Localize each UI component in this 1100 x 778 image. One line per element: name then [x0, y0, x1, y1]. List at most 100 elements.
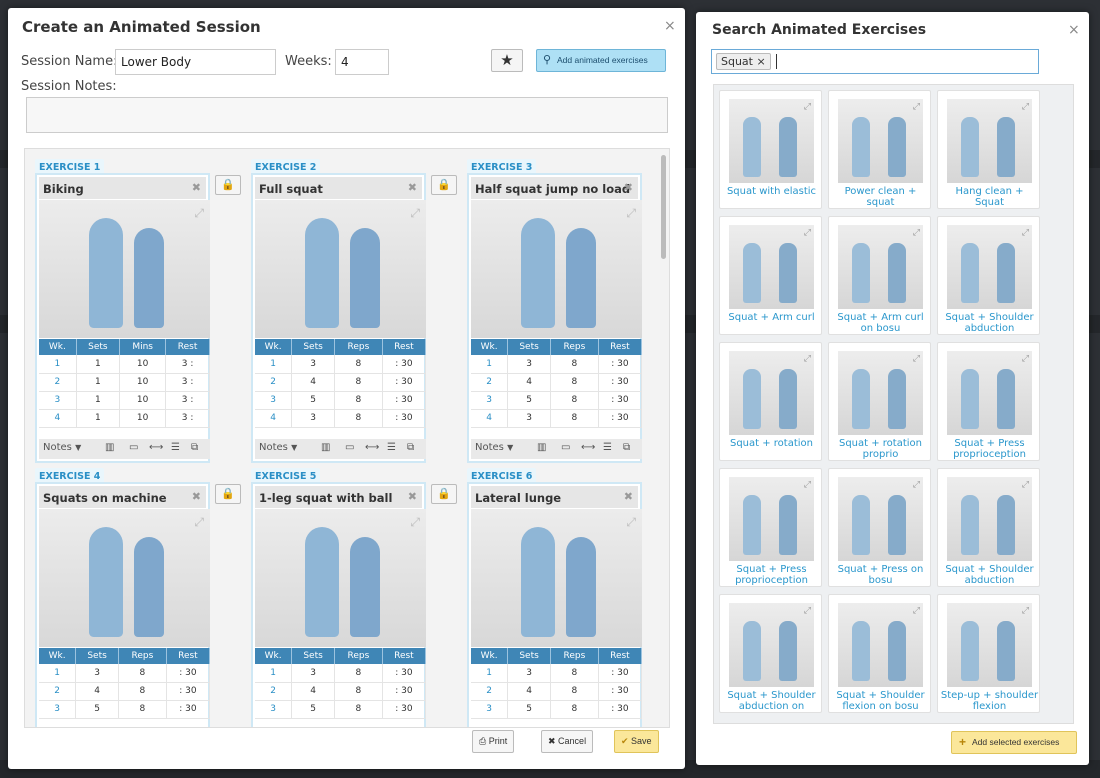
- table-cell[interactable]: 3 :: [165, 373, 210, 392]
- table-cell[interactable]: 4: [471, 409, 509, 428]
- exercise-animation[interactable]: ⤢: [471, 509, 642, 647]
- table-cell[interactable]: 8: [550, 700, 599, 719]
- lock-button[interactable]: 🔒: [215, 484, 241, 504]
- lock-button[interactable]: 🔒: [431, 175, 457, 195]
- expand-icon[interactable]: ⤢: [804, 227, 811, 238]
- notes-dropdown[interactable]: Notes: [43, 442, 72, 453]
- expand-icon[interactable]: ⤢: [804, 605, 811, 616]
- chart-icon[interactable]: ▥: [105, 442, 114, 453]
- remove-exercise-icon[interactable]: ✖: [192, 490, 201, 503]
- table-cell[interactable]: 8: [550, 391, 599, 410]
- result-tile[interactable]: ⤢ Squat + Press proprioception: [937, 342, 1040, 461]
- exercise-animation[interactable]: ⤢: [39, 200, 210, 338]
- notes-dropdown[interactable]: Notes: [259, 442, 288, 453]
- table-cell[interactable]: 3: [291, 409, 336, 428]
- table-cell[interactable]: 3: [507, 664, 552, 683]
- result-tile[interactable]: ⤢ Step-up + shoulder flexion: [937, 594, 1040, 713]
- table-cell[interactable]: 3: [39, 700, 77, 719]
- result-tile[interactable]: ⤢ Squat + Press proprioception: [719, 468, 822, 587]
- expand-icon[interactable]: ⤢: [913, 479, 920, 490]
- result-tile[interactable]: ⤢ Squat + Press on bosu: [828, 468, 931, 587]
- swap-icon[interactable]: ⟷: [581, 442, 595, 453]
- result-tile[interactable]: ⤢ Squat + Shoulder abduction on: [719, 594, 822, 713]
- table-cell[interactable]: 4: [255, 409, 293, 428]
- expand-icon[interactable]: ⤢: [1022, 353, 1029, 364]
- table-cell[interactable]: 2: [255, 373, 293, 392]
- swap-icon[interactable]: ⟷: [149, 442, 163, 453]
- table-cell[interactable]: 1: [255, 664, 293, 683]
- table-cell[interactable]: 10: [119, 373, 167, 392]
- table-cell[interactable]: : 30: [166, 700, 211, 719]
- table-cell[interactable]: : 30: [382, 682, 427, 701]
- result-tile[interactable]: ⤢ Hang clean + Squat: [937, 90, 1040, 209]
- expand-icon[interactable]: ⤢: [410, 206, 420, 221]
- chevron-down-icon[interactable]: ▼: [291, 443, 297, 452]
- notes-dropdown[interactable]: Notes: [475, 442, 504, 453]
- table-cell[interactable]: 1: [471, 664, 509, 683]
- copy-icon[interactable]: ⧉: [623, 442, 630, 453]
- lock-button[interactable]: 🔒: [215, 175, 241, 195]
- table-cell[interactable]: 1: [39, 355, 77, 374]
- result-tile[interactable]: ⤢ Squat + rotation: [719, 342, 822, 461]
- resize-icon[interactable]: ▭: [129, 442, 138, 453]
- expand-icon[interactable]: ⤢: [804, 101, 811, 112]
- expand-icon[interactable]: ⤢: [913, 353, 920, 364]
- table-cell[interactable]: 10: [119, 355, 167, 374]
- table-cell[interactable]: : 30: [382, 700, 427, 719]
- exercise-animation[interactable]: ⤢: [471, 200, 642, 338]
- table-cell[interactable]: 8: [550, 682, 599, 701]
- table-cell[interactable]: 3: [507, 409, 552, 428]
- expand-icon[interactable]: ⤢: [194, 515, 204, 530]
- table-cell[interactable]: : 30: [382, 373, 427, 392]
- remove-exercise-icon[interactable]: ✖: [408, 490, 417, 503]
- table-cell[interactable]: 4: [39, 409, 77, 428]
- list-icon[interactable]: ☰: [603, 442, 612, 453]
- table-cell[interactable]: 3: [291, 664, 336, 683]
- table-cell[interactable]: : 30: [166, 664, 211, 683]
- table-cell[interactable]: 8: [334, 355, 383, 374]
- add-selected-exercises-button[interactable]: + Add selected exercises: [951, 731, 1077, 754]
- close-icon[interactable]: ×: [664, 18, 676, 34]
- table-cell[interactable]: 8: [334, 682, 383, 701]
- copy-icon[interactable]: ⧉: [407, 442, 414, 453]
- table-cell[interactable]: : 30: [598, 391, 643, 410]
- list-icon[interactable]: ☰: [387, 442, 396, 453]
- table-cell[interactable]: 3 :: [165, 409, 210, 428]
- add-animated-exercises-button[interactable]: ⚲ Add animated exercises: [536, 49, 666, 72]
- table-cell[interactable]: 8: [550, 664, 599, 683]
- search-chip[interactable]: Squat ×: [716, 53, 771, 70]
- result-tile[interactable]: ⤢ Squat + Shoulder abduction: [937, 216, 1040, 335]
- table-cell[interactable]: : 30: [382, 391, 427, 410]
- result-tile[interactable]: ⤢ Squat + Shoulder abduction: [937, 468, 1040, 587]
- exercise-animation[interactable]: ⤢: [255, 200, 426, 338]
- result-tile[interactable]: ⤢ Power clean + squat: [828, 90, 931, 209]
- scrollbar[interactable]: [661, 155, 666, 259]
- expand-icon[interactable]: ⤢: [1022, 101, 1029, 112]
- table-cell[interactable]: 8: [334, 409, 383, 428]
- table-cell[interactable]: 1: [76, 355, 121, 374]
- chart-icon[interactable]: ▥: [321, 442, 330, 453]
- table-cell[interactable]: 8: [118, 700, 167, 719]
- table-cell[interactable]: 3: [255, 391, 293, 410]
- table-cell[interactable]: 5: [291, 700, 336, 719]
- table-cell[interactable]: : 30: [382, 409, 427, 428]
- expand-icon[interactable]: ⤢: [626, 515, 636, 530]
- chevron-down-icon[interactable]: ▼: [507, 443, 513, 452]
- table-cell[interactable]: 3: [471, 391, 509, 410]
- save-button[interactable]: ✔ Save: [614, 730, 659, 753]
- expand-icon[interactable]: ⤢: [1022, 605, 1029, 616]
- table-cell[interactable]: : 30: [382, 664, 427, 683]
- table-cell[interactable]: 5: [75, 700, 120, 719]
- print-button[interactable]: ⎙ Print: [472, 730, 515, 753]
- table-cell[interactable]: 8: [550, 355, 599, 374]
- favorite-button[interactable]: ★: [491, 49, 523, 72]
- result-tile[interactable]: ⤢ Squat with elastic: [719, 90, 822, 209]
- session-name-input[interactable]: Lower Body: [115, 49, 276, 75]
- table-cell[interactable]: 8: [550, 409, 599, 428]
- chart-icon[interactable]: ▥: [537, 442, 546, 453]
- table-cell[interactable]: : 30: [598, 700, 643, 719]
- table-cell[interactable]: 8: [334, 373, 383, 392]
- expand-icon[interactable]: ⤢: [626, 206, 636, 221]
- table-cell[interactable]: 5: [291, 391, 336, 410]
- table-cell[interactable]: 5: [507, 700, 552, 719]
